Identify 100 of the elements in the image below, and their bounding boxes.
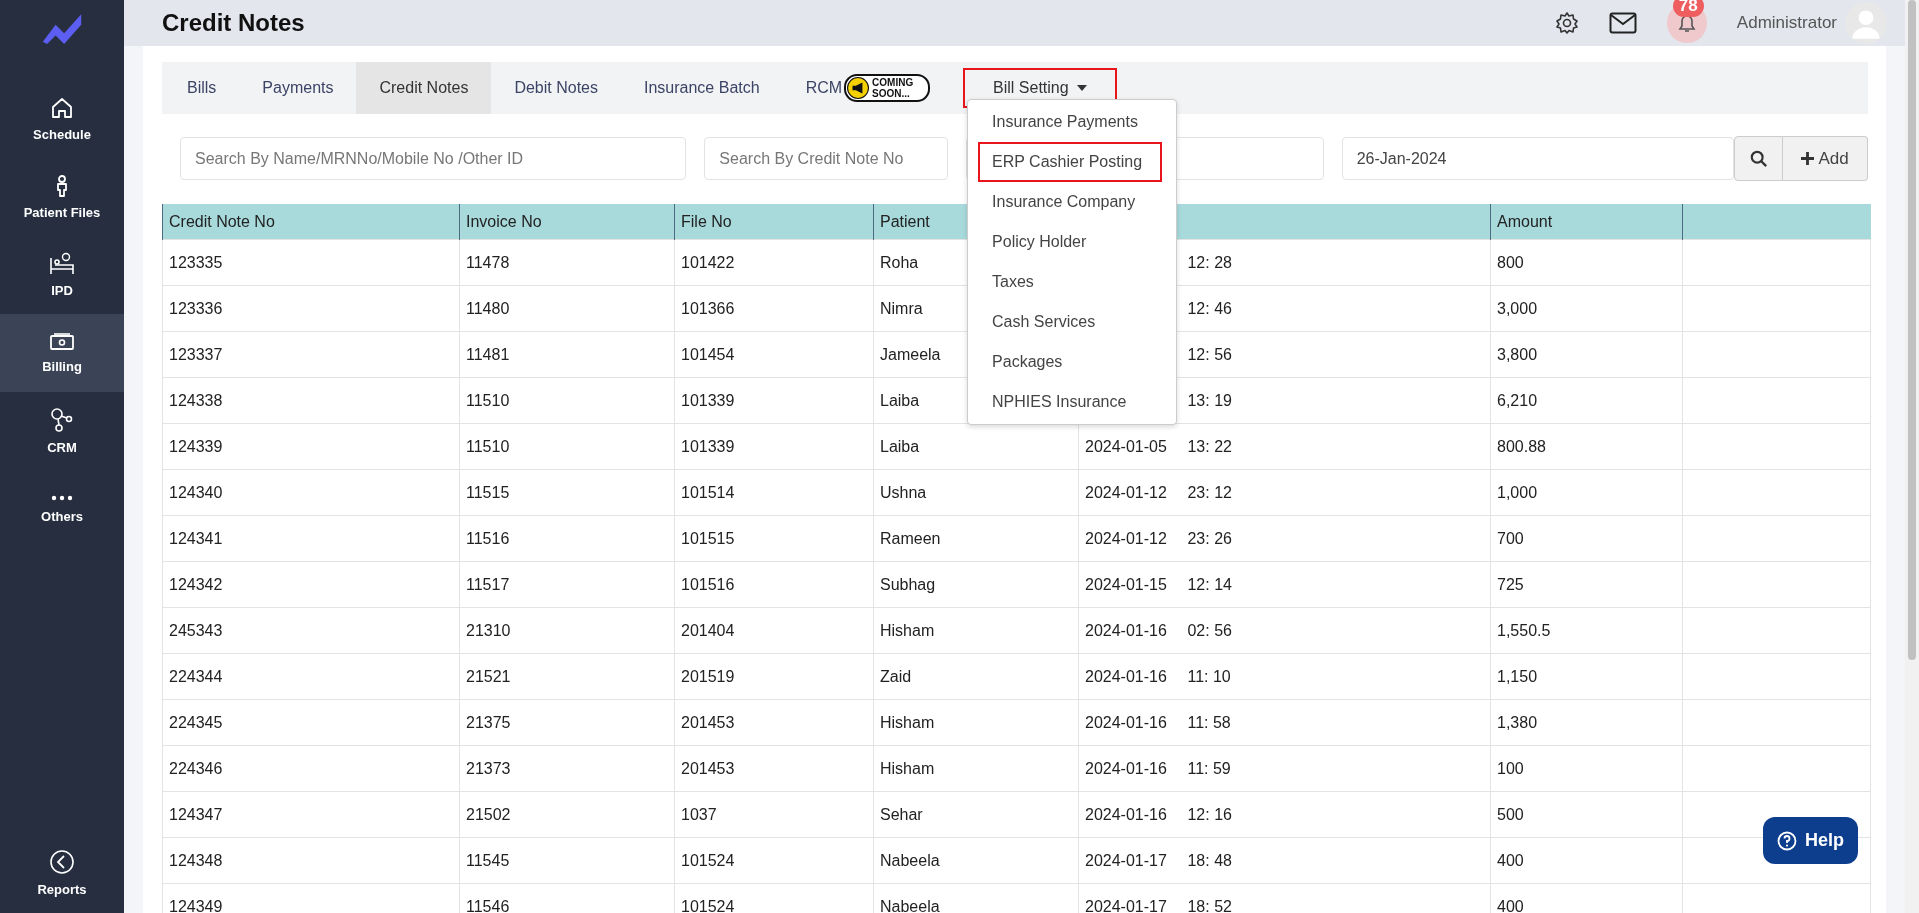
search-icon [1749,149,1768,168]
table-cell-text: 2024-01-16 [1085,713,1168,732]
table-cell-text: 2024-01-12 [1085,483,1168,502]
table-cell: 124340 [162,469,460,516]
table-cell: 201453 [674,745,874,792]
table-cell: 124348 [162,837,460,884]
table-cell: 12: 14 [1187,575,1232,593]
table-cell: 11515 [459,469,675,516]
table-cell: 101339 [674,423,874,470]
scrollbar-thumb[interactable] [1908,0,1916,660]
table-cell: 500 [1490,791,1683,838]
tab[interactable]: RCM COMING SOON... [782,62,954,114]
sidebar-item[interactable]: Reports [0,833,124,913]
table-cell-text: 2024-01-17 [1085,897,1168,913]
scrollbar[interactable] [1905,0,1919,913]
sidebar-item[interactable]: Schedule [0,80,124,158]
table-cell: 1037 [674,791,874,838]
help-button[interactable]: Help [1763,817,1858,864]
add-button[interactable]: Add [1783,136,1868,181]
table-cell: 12: 56 [1187,345,1232,363]
table-cell: 11545 [459,837,675,884]
sidebar-item[interactable]: Patient Files [0,158,124,236]
sidebar-item[interactable]: Billing [0,314,124,392]
table-cell-text: 2024-01-15 [1085,575,1168,594]
table-cell: 245343 [162,607,460,654]
table-cell: 101514 [674,469,874,516]
table-cell: 101515 [674,515,874,562]
table-cell: 124347 [162,791,460,838]
table-cell: 201519 [674,653,874,700]
column-header: Credit Note No [162,204,460,240]
sidebar-item[interactable]: Others [0,470,124,548]
table-cell: 101422 [674,239,874,286]
table-cell: 11480 [459,285,675,332]
table-cell: 13: 22 [1187,437,1232,455]
table-cell: 21521 [459,653,675,700]
table-cell: Laiba [873,423,1079,470]
bed-icon [49,252,75,276]
table-cell: Hisham [873,745,1079,792]
table-cell: 18: 48 [1187,851,1232,869]
table-cell: 224344 [162,653,460,700]
help-icon [1777,830,1797,851]
sidebar-label: CRM [47,440,77,455]
back-icon [49,849,75,875]
menu-item[interactable]: ERP Cashier Posting [978,142,1163,182]
menu-item[interactable]: NPHIES Insurance [978,382,1163,422]
plus-icon [1801,152,1815,165]
table-cell: 123337 [162,331,460,378]
sidebar-item[interactable]: CRM [0,392,124,470]
table-cell: 12: 28 [1187,253,1232,271]
table-cell-text: 2024-01-16 [1085,621,1168,640]
table-cell: 11: 59 [1187,759,1231,777]
table-cell-text: 2024-01-12 [1085,529,1168,548]
table-cell: 101454 [674,331,874,378]
table-cell: 11: 10 [1187,667,1231,685]
tab[interactable]: Bills [164,62,240,114]
table-cell: 1,150 [1490,653,1683,700]
search-button[interactable] [1734,136,1784,181]
table-cell: Sehar [873,791,1079,838]
table-cell: 23: 26 [1187,529,1232,547]
megaphone-icon [847,77,870,99]
table-cell: 124338 [162,377,460,424]
tab[interactable]: Debit Notes [491,62,621,114]
table-cell: Rameen [873,515,1079,562]
tab[interactable]: Credit Notes [356,62,492,114]
table-cell: 18: 52 [1187,897,1232,913]
table-cell: 101516 [674,561,874,608]
sidebar-item[interactable]: IPD [0,236,124,314]
menu-item[interactable]: Packages [978,342,1163,382]
table-cell: Hisham [873,699,1079,746]
table-cell: 123335 [162,239,460,286]
tab[interactable]: Insurance Batch [621,62,783,114]
table-cell: 224346 [162,745,460,792]
tab[interactable]: Payments [239,62,357,114]
table-cell: 1,550.5 [1490,607,1683,654]
tab-label: Payments [262,79,334,97]
table-cell-text: 2024-01-17 [1085,851,1168,870]
table-cell: 6,210 [1490,377,1683,424]
table-cell: Zaid [873,653,1079,700]
table-cell: 11516 [459,515,675,562]
table-cell: 201404 [674,607,874,654]
table-cell: 201453 [674,699,874,746]
settings-icon[interactable] [1554,11,1579,35]
mail-icon[interactable] [1608,12,1637,34]
date-field[interactable]: 26-Jan-2024 [1341,137,1735,180]
more-icon [50,494,74,502]
search-field[interactable]: Search By Name/MRNNo/Mobile No /Other ID [180,137,687,180]
sidebar-label: Others [41,509,83,524]
table-cell-text: 2024-01-05 [1085,437,1168,456]
table-cell: 224345 [162,699,460,746]
column-header: Invoice No [459,204,675,240]
sidebar-label: IPD [51,283,73,298]
table-cell-text: 2024-01-16 [1085,667,1168,686]
sidebar-label: Patient Files [23,205,101,220]
table-cell: 12: 16 [1187,805,1232,823]
table-cell: Hisham [873,607,1079,654]
menu-item[interactable]: Cash Services [978,302,1163,342]
table-cell: 800.88 [1490,423,1683,470]
search-field[interactable]: Search By Credit Note No [704,137,949,180]
table-cell: 700 [1490,515,1683,562]
menu-item[interactable]: Taxes [978,262,1163,302]
